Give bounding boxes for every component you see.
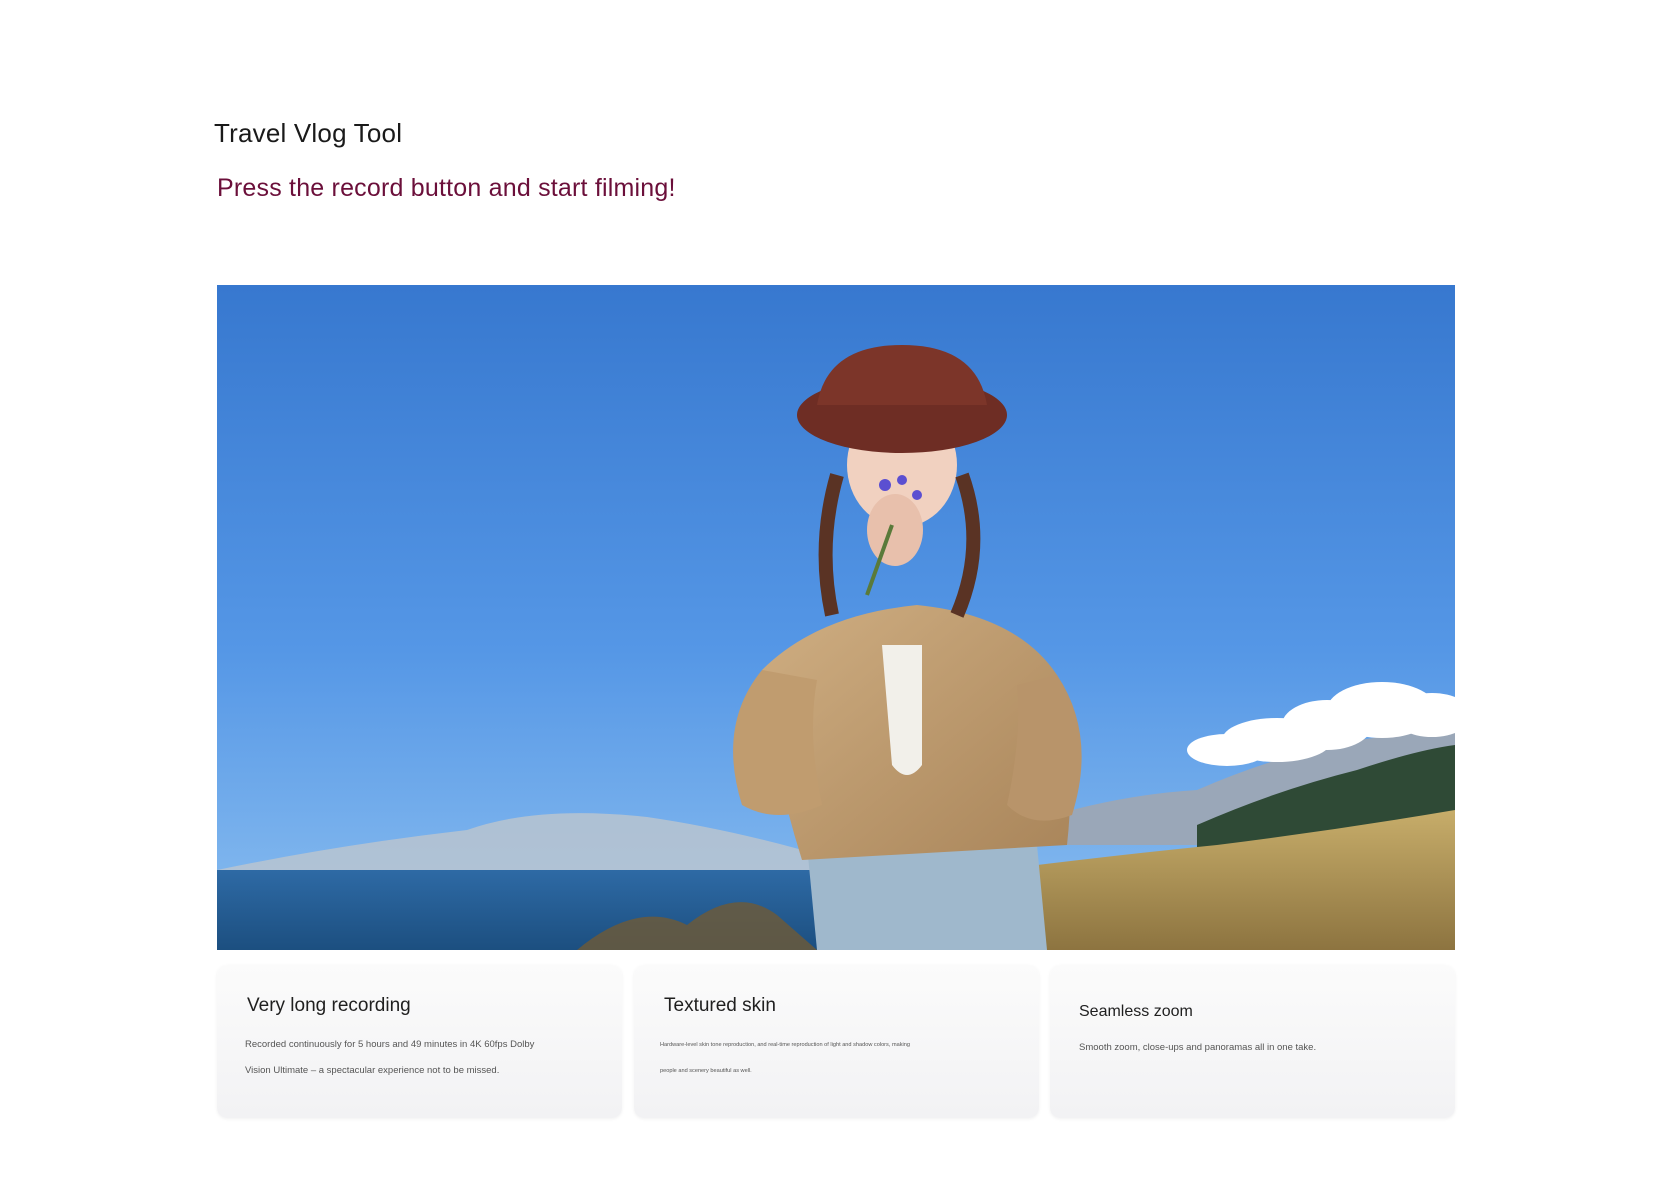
feature-card-long-recording: Very long recording Recorded continuousl…	[217, 965, 622, 1118]
feature-description: Hardware-level skin tone reproduction, a…	[660, 1042, 910, 1074]
feature-description: Recorded continuously for 5 hours and 49…	[245, 1039, 535, 1076]
feature-card-seamless-zoom: Seamless zoom Smooth zoom, close-ups and…	[1050, 965, 1455, 1118]
feature-cards: Very long recording Recorded continuousl…	[217, 965, 1455, 1120]
hero-image	[217, 285, 1455, 950]
feature-title: Textured skin	[664, 995, 776, 1016]
feature-title: Seamless zoom	[1079, 1003, 1193, 1020]
feature-description: Smooth zoom, close-ups and panoramas all…	[1079, 1042, 1317, 1053]
feature-card-textured-skin: Textured skin Hardware-level skin tone r…	[634, 965, 1039, 1118]
record-prompt: Press the record button and start filmin…	[217, 174, 676, 202]
hero-photo-illustration	[217, 285, 1455, 950]
feature-title: Very long recording	[247, 995, 411, 1016]
page-title: Travel Vlog Tool	[214, 118, 403, 148]
